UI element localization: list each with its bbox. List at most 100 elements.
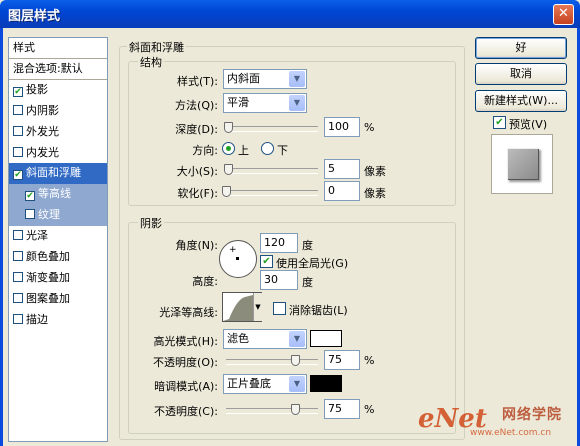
style-list-item[interactable]: 描边 — [9, 310, 107, 331]
style-list-item[interactable]: ✔ 斜面和浮雕 — [9, 163, 107, 185]
highlight-mode-select[interactable]: 滤色 ▼ — [223, 329, 307, 349]
size-input[interactable]: 5 — [324, 159, 360, 179]
chevron-down-icon: ▼ — [289, 331, 305, 347]
altitude-label: 高度: — [192, 275, 218, 288]
highlight-color-swatch[interactable] — [310, 330, 342, 347]
style-checkbox[interactable] — [13, 251, 23, 261]
preview-checkbox[interactable]: ✔ — [493, 116, 506, 129]
angle-input[interactable]: 120 — [260, 233, 298, 253]
shadow-mode-select[interactable]: 正片叠底 ▼ — [223, 374, 307, 394]
style-list-item[interactable]: 外发光 — [9, 122, 107, 143]
watermark-text: 网络学院 — [502, 407, 562, 423]
style-list-item[interactable]: 光泽 — [9, 226, 107, 247]
direction-down-radio[interactable] — [261, 142, 274, 155]
style-select-value: 内斜面 — [227, 72, 260, 85]
highlight-opacity-slider[interactable] — [226, 359, 318, 365]
style-list-item-label: 投影 — [26, 82, 48, 96]
style-list-item-label: 图案叠加 — [26, 291, 70, 305]
preview-square — [507, 148, 539, 180]
style-checkbox[interactable] — [13, 146, 23, 157]
highlight-opacity-input[interactable]: 75 — [324, 350, 360, 370]
style-checkbox[interactable] — [25, 209, 35, 220]
direction-up-label[interactable]: 上 — [238, 142, 249, 158]
shadow-mode-label: 暗调模式(A): — [154, 380, 218, 393]
style-checkbox[interactable]: ✔ — [13, 170, 23, 181]
style-checkbox[interactable] — [13, 230, 23, 241]
anti-alias-checkbox[interactable] — [273, 302, 286, 315]
style-checkbox[interactable] — [13, 271, 23, 282]
preview-label[interactable]: 预览(V) — [509, 116, 547, 132]
style-list-item[interactable]: ✔ 等高线 — [9, 184, 107, 206]
new-style-button[interactable]: 新建样式(W)... — [475, 90, 567, 112]
style-list-item[interactable]: 图案叠加 — [9, 289, 107, 310]
chevron-down-icon: ▼ — [289, 95, 305, 111]
style-checkbox[interactable]: ✔ — [25, 191, 35, 202]
shadow-opacity-thumb[interactable] — [291, 404, 300, 415]
gloss-contour-label: 光泽等高线: — [159, 306, 218, 319]
highlight-opacity-thumb[interactable] — [291, 355, 300, 366]
soften-input[interactable]: 0 — [324, 181, 360, 201]
shading-title: 阴影 — [138, 215, 164, 231]
shadow-opacity-unit: % — [364, 403, 375, 416]
style-label: 样式(T): — [176, 75, 218, 88]
style-list-item[interactable]: 内阴影 — [9, 101, 107, 122]
style-list-item-label: 内阴影 — [26, 103, 59, 117]
chevron-down-icon: ▼ — [289, 71, 305, 87]
check-icon: ✔ — [262, 256, 271, 267]
contour-curve-icon — [223, 295, 253, 321]
style-checkbox[interactable]: ✔ — [13, 86, 23, 97]
direction-down-label[interactable]: 下 — [277, 142, 288, 158]
close-button[interactable]: ✕ — [553, 4, 574, 25]
style-list-item-label: 内发光 — [26, 145, 59, 159]
highlight-mode-label: 高光模式(H): — [153, 335, 218, 348]
style-list-item[interactable]: ✔ 投影 — [9, 80, 107, 101]
style-checkbox[interactable] — [13, 292, 23, 303]
soften-slider[interactable] — [226, 190, 318, 196]
structure-title: 结构 — [138, 54, 164, 70]
style-list-item-label: 外发光 — [26, 124, 59, 138]
anti-alias-label[interactable]: 消除锯齿(L) — [289, 302, 348, 318]
shadow-opacity-slider[interactable] — [226, 408, 318, 414]
depth-unit: % — [364, 121, 375, 134]
style-checkbox[interactable] — [13, 125, 23, 136]
angle-dial-center — [236, 257, 239, 260]
style-list-item[interactable]: 混合选项:默认 — [9, 59, 107, 80]
style-list-item-label: 混合选项:默认 — [13, 61, 83, 75]
style-list-item[interactable]: 颜色叠加 — [9, 247, 107, 268]
style-list-item[interactable]: 纹理 — [9, 205, 107, 227]
style-checkbox[interactable] — [13, 104, 23, 115]
style-select[interactable]: 内斜面 ▼ — [223, 69, 307, 89]
highlight-opacity-label: 不透明度(O): — [153, 356, 218, 369]
size-slider[interactable] — [226, 168, 318, 174]
gloss-contour-picker[interactable]: ▼ — [222, 292, 262, 322]
depth-slider[interactable] — [226, 126, 318, 132]
style-list-item[interactable]: 渐变叠加 — [9, 268, 107, 289]
style-list-item-label: 样式 — [13, 41, 35, 54]
size-slider-thumb[interactable] — [223, 164, 233, 175]
style-checkbox[interactable] — [13, 313, 23, 324]
direction-up-radio[interactable] — [222, 142, 235, 155]
shadow-color-swatch[interactable] — [310, 375, 342, 392]
style-list-item-label: 渐变叠加 — [26, 270, 70, 284]
global-light-checkbox[interactable]: ✔ — [260, 255, 273, 268]
cancel-button[interactable]: 取消 — [475, 63, 567, 85]
depth-label: 深度(D): — [175, 123, 218, 136]
title-bar[interactable] — [0, 0, 580, 28]
style-list-item[interactable]: 内发光 — [9, 143, 107, 164]
technique-select[interactable]: 平滑 ▼ — [223, 93, 307, 113]
depth-input[interactable]: 100 — [324, 117, 360, 137]
style-list-item-label: 纹理 — [38, 208, 60, 222]
style-list: 样式 混合选项:默认 ✔ 投影 内阴影 外发光 内发光 ✔ 斜面和浮雕 ✔ 等高线 纹理 光泽 颜色叠加渐… — [8, 37, 108, 442]
shadow-opacity-input[interactable]: 75 — [324, 399, 360, 419]
style-list-item[interactable]: 样式 — [9, 38, 107, 59]
depth-slider-thumb[interactable] — [223, 122, 233, 133]
contour-dropdown-arrow[interactable]: ▼ — [253, 293, 262, 321]
soften-slider-thumb[interactable] — [222, 186, 231, 197]
ok-button[interactable]: 好 — [475, 37, 567, 59]
style-list-item-label: 描边 — [26, 312, 48, 326]
highlight-opacity-unit: % — [364, 354, 375, 367]
global-light-label[interactable]: 使用全局光(G) — [276, 255, 348, 271]
angle-dial[interactable]: + — [219, 240, 257, 278]
altitude-input[interactable]: 30 — [260, 270, 298, 290]
style-list-item-label: 斜面和浮雕 — [26, 166, 81, 180]
